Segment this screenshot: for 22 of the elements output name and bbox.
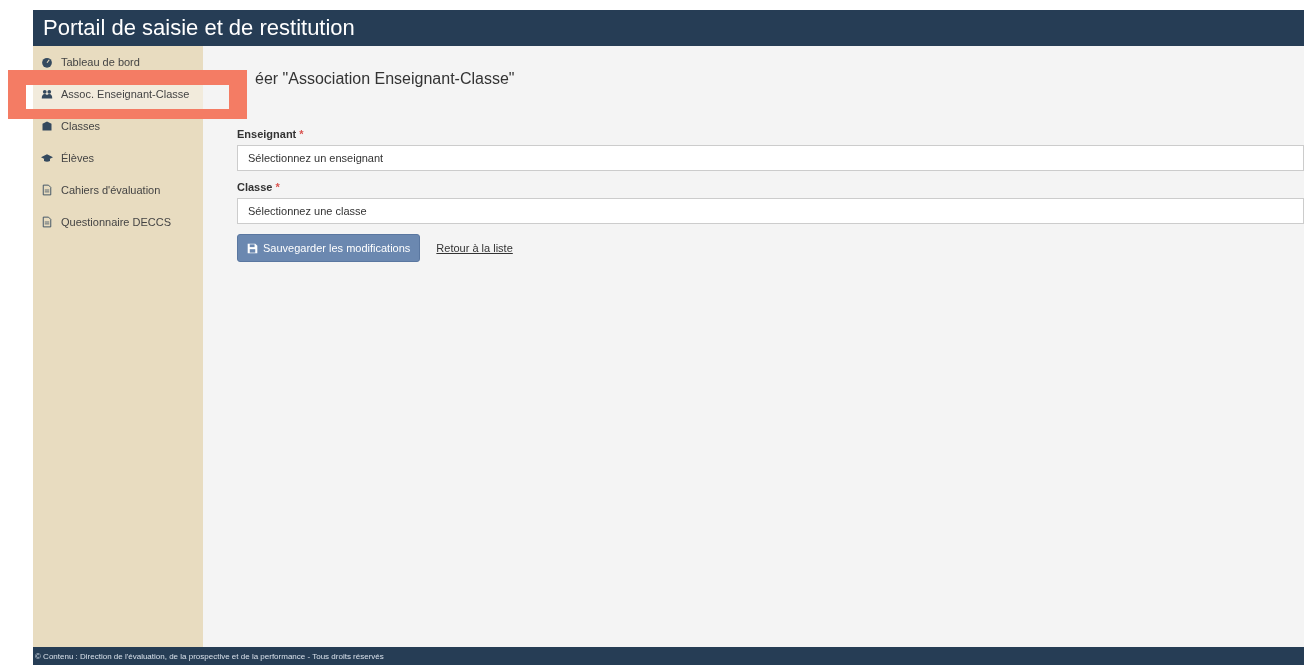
select-field[interactable]: Sélectionnez une classe: [237, 198, 1304, 224]
select-field[interactable]: Sélectionnez un enseignant: [237, 145, 1304, 171]
field-label: Classe: [237, 181, 273, 193]
sidebar-item[interactable]: Classes: [33, 110, 203, 142]
document-icon: [41, 184, 53, 196]
graduation-cap-icon: [41, 152, 53, 164]
copyright-text: © Contenu : Direction de l'évaluation, de la prospective et de la performance - Tous droits réservés: [35, 651, 384, 661]
document-icon: [41, 216, 53, 228]
building-icon: [41, 120, 53, 132]
page-title: éer "Association Enseignant-Classe": [255, 70, 516, 88]
required-asterisk: *: [275, 181, 280, 193]
back-link[interactable]: Retour à la liste: [436, 242, 513, 254]
field-label: Enseignant: [237, 128, 297, 140]
required-asterisk: *: [299, 128, 304, 140]
sidebar-item[interactable]: Questionnaire DECCS: [33, 206, 203, 238]
sidebar-item[interactable]: Tableau de bord: [33, 46, 203, 78]
gauge-icon: [41, 56, 53, 68]
sidebar-item[interactable]: Élèves: [33, 142, 203, 174]
save-button[interactable]: Sauvegarder les modifications: [237, 234, 421, 262]
sidebar-item[interactable]: Cahiers d'évaluation: [33, 174, 203, 206]
portal-title: Portail de saisie et de restitution: [43, 15, 355, 41]
users-icon: [41, 88, 53, 100]
